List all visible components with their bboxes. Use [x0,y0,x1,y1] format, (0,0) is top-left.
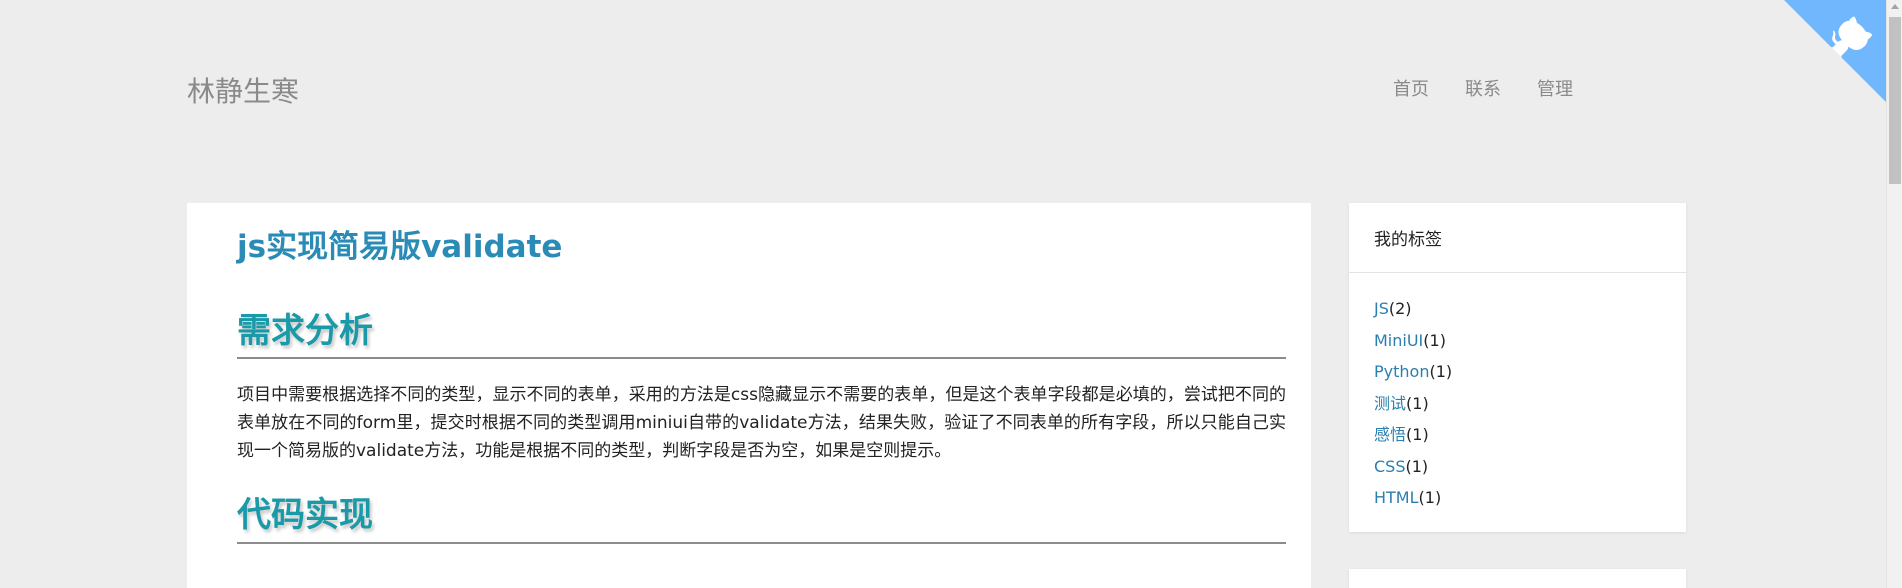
vertical-scrollbar[interactable] [1886,0,1902,588]
section-heading-implementation: 代码实现 [237,493,1286,544]
tag-item: 测试(1) [1374,388,1661,420]
tag-count: (1) [1406,425,1429,444]
tag-list: JS(2) MiniUI(1) Python(1) 测试(1) 感悟(1) CS… [1349,273,1686,514]
tag-count: (2) [1388,299,1412,318]
article-card: js实现简易版validate 需求分析 项目中需要根据选择不同的类型，显示不同… [187,203,1311,588]
tag-item: JS(2) [1374,293,1661,325]
tag-count: (1) [1423,330,1446,350]
tag-link-miniui[interactable]: MiniUI [1374,331,1423,350]
tag-link-css[interactable]: CSS [1374,457,1405,476]
tag-link-test[interactable]: 测试 [1374,394,1406,413]
section-heading-requirements: 需求分析 [237,309,1286,360]
tag-item: MiniUI(1) [1374,325,1661,357]
tag-item: Python(1) [1374,356,1661,388]
tags-card: 我的标签 JS(2) MiniUI(1) Python(1) 测试(1) 感悟(… [1349,203,1686,532]
main-nav: 首页 联系 管理 [1393,75,1609,101]
tag-item: CSS(1) [1374,451,1661,483]
github-octocat-icon [1784,0,1886,102]
tag-link-python[interactable]: Python [1374,362,1429,381]
tag-count: (1) [1406,393,1429,413]
scroll-up-arrow-icon[interactable] [1891,4,1899,9]
tag-count: (1) [1429,362,1453,381]
site-title[interactable]: 林静生寒 [187,70,299,110]
nav-contact[interactable]: 联系 [1465,75,1501,101]
post-title[interactable]: js实现简易版validate [237,227,1286,267]
tag-link-insights[interactable]: 感悟 [1374,425,1406,444]
tag-item: 感悟(1) [1374,419,1661,451]
nav-admin[interactable]: 管理 [1537,75,1573,101]
tag-count: (1) [1418,488,1442,507]
tag-item: HTML(1) [1374,482,1661,514]
scrollbar-thumb[interactable] [1889,17,1901,184]
github-corner-link[interactable] [1784,0,1886,102]
tags-card-title: 我的标签 [1349,203,1686,273]
requirements-paragraph: 项目中需要根据选择不同的类型，显示不同的表单，采用的方法是css隐藏显示不需要的… [237,385,1286,462]
page: 林静生寒 首页 联系 管理 js实现简易版validate 需求分析 项目中需要… [0,0,1902,588]
tag-count: (1) [1405,456,1429,476]
sidebar-card-secondary [1349,569,1686,588]
nav-home[interactable]: 首页 [1393,75,1429,101]
tag-link-js[interactable]: JS [1374,299,1389,318]
tag-link-html[interactable]: HTML [1374,488,1419,507]
